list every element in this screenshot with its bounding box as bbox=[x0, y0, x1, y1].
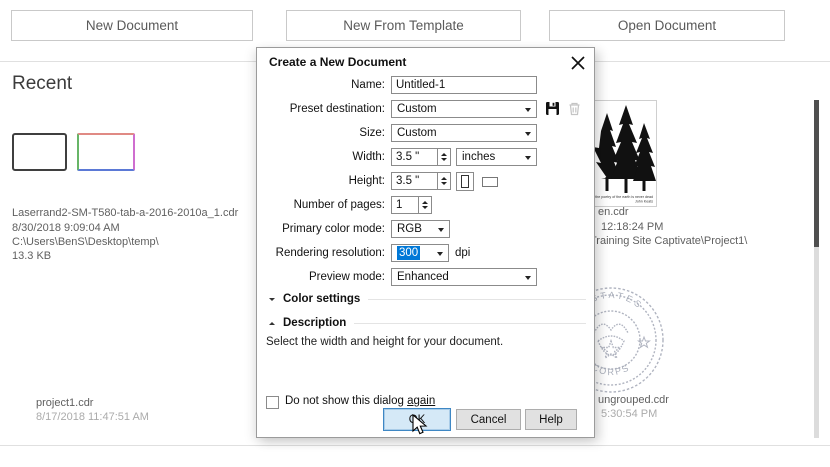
stepper-up-icon[interactable] bbox=[441, 177, 447, 180]
pages-stepper[interactable] bbox=[418, 196, 432, 214]
open-document-button[interactable]: Open Document bbox=[549, 10, 785, 41]
recent-right-file1-path: Training Site Captivate\Project1\ bbox=[590, 234, 747, 248]
help-button-label: Help bbox=[539, 414, 563, 426]
dialog-title: Create a New Document bbox=[269, 55, 406, 69]
section-divider bbox=[368, 299, 586, 300]
preset-destination-label: Preset destination: bbox=[257, 103, 385, 115]
chevron-down-icon bbox=[437, 252, 443, 256]
recent-file1-size: 13.3 KB bbox=[12, 249, 51, 263]
create-new-document-dialog: Create a New Document Name: Preset desti… bbox=[256, 47, 595, 438]
ok-button[interactable]: OK bbox=[383, 408, 451, 431]
preview-mode-select[interactable]: Enhanced bbox=[391, 268, 537, 286]
checkbox-label-text: Do not show this dialog bbox=[285, 395, 407, 407]
do-not-show-again-label: Do not show this dialog again bbox=[285, 395, 435, 407]
preset-destination-value: Custom bbox=[397, 103, 437, 115]
resolution-combobox[interactable]: 300 bbox=[391, 244, 449, 262]
size-label: Size: bbox=[257, 127, 385, 139]
bottom-divider bbox=[0, 445, 830, 446]
new-from-template-button[interactable]: New From Template bbox=[286, 10, 521, 41]
width-label: Width: bbox=[257, 151, 385, 163]
chevron-down-icon bbox=[525, 276, 531, 280]
recent-right-file2-name[interactable]: ungrouped.cdr bbox=[598, 393, 669, 407]
delete-preset-icon[interactable] bbox=[567, 101, 582, 116]
scrollbar-track[interactable] bbox=[814, 100, 819, 438]
cancel-button[interactable]: Cancel bbox=[456, 409, 521, 430]
size-select[interactable]: Custom bbox=[391, 124, 537, 142]
recent-file2-name[interactable]: project1.cdr bbox=[36, 396, 93, 410]
close-icon[interactable] bbox=[569, 54, 587, 72]
color-settings-section-header[interactable]: Color settings bbox=[269, 293, 586, 305]
recent-file1-name[interactable]: Laserrand2-SM-T580-tab-a-2016-2010a_1.cd… bbox=[12, 206, 238, 220]
do-not-show-again-checkbox[interactable] bbox=[266, 396, 279, 409]
width-stepper[interactable] bbox=[437, 148, 451, 166]
tree-caption-line1: the poetry of the earth is never dead bbox=[595, 195, 653, 199]
chevron-down-icon bbox=[525, 108, 531, 112]
recent-file1-date: 8/30/2018 9:09:04 AM bbox=[12, 221, 120, 235]
ok-button-label: OK bbox=[409, 414, 426, 426]
svg-text:CORPS: CORPS bbox=[590, 362, 632, 377]
collapse-triangle-icon bbox=[269, 298, 275, 301]
resolution-value: 300 bbox=[397, 246, 420, 260]
recent-file1-path: C:\Users\BenS\Desktop\temp\ bbox=[12, 235, 159, 249]
name-input[interactable] bbox=[391, 76, 537, 94]
color-mode-value: RGB bbox=[397, 223, 422, 235]
save-preset-icon[interactable] bbox=[545, 101, 560, 116]
tree-caption-line2: John Keats bbox=[635, 200, 653, 204]
description-section-header[interactable]: Description bbox=[269, 317, 586, 329]
units-select[interactable]: inches bbox=[456, 148, 537, 166]
width-input[interactable] bbox=[391, 148, 438, 166]
color-settings-section-label: Color settings bbox=[283, 293, 360, 305]
svg-text:STATES: STATES bbox=[590, 290, 646, 311]
color-mode-select[interactable]: RGB bbox=[391, 220, 450, 238]
recent-thumbnail-trees[interactable]: the poetry of the earth is never dead Jo… bbox=[592, 100, 657, 207]
preset-destination-select[interactable]: Custom bbox=[391, 100, 537, 118]
stepper-down-icon[interactable] bbox=[422, 206, 428, 209]
recent-file2-date: 8/17/2018 11:47:51 AM bbox=[36, 410, 149, 424]
landscape-orientation-button[interactable] bbox=[482, 177, 498, 187]
new-document-label: New Document bbox=[86, 18, 178, 33]
height-stepper[interactable] bbox=[437, 172, 451, 190]
chevron-down-icon bbox=[525, 132, 531, 136]
chevron-down-icon bbox=[438, 228, 444, 232]
checkbox-label-mnemonic: again bbox=[407, 395, 435, 407]
size-value: Custom bbox=[397, 127, 437, 139]
name-label: Name: bbox=[257, 79, 385, 91]
section-divider bbox=[354, 323, 586, 324]
units-value: inches bbox=[462, 151, 495, 163]
stepper-up-icon[interactable] bbox=[422, 201, 428, 204]
recent-right-file1-date: 12:18:24 PM bbox=[601, 220, 663, 234]
stepper-down-icon[interactable] bbox=[441, 158, 447, 161]
preview-mode-value: Enhanced bbox=[397, 271, 449, 283]
height-label: Height: bbox=[257, 175, 385, 187]
resolution-label: Rendering resolution: bbox=[257, 247, 385, 259]
pine-trees-image: the poetry of the earth is never dead Jo… bbox=[593, 101, 656, 206]
recent-right-file2-date: 5:30:54 PM bbox=[601, 407, 657, 421]
recent-thumbnail-colored[interactable] bbox=[77, 133, 135, 171]
new-document-button[interactable]: New Document bbox=[11, 10, 253, 41]
portrait-icon bbox=[461, 175, 469, 188]
recent-heading: Recent bbox=[12, 73, 72, 95]
pages-input[interactable] bbox=[391, 196, 419, 214]
description-section-label: Description bbox=[283, 317, 346, 329]
expand-triangle-icon bbox=[269, 322, 275, 325]
description-text: Select the width and height for your doc… bbox=[266, 336, 503, 348]
stepper-down-icon[interactable] bbox=[441, 182, 447, 185]
seal-arc-text-top: STATES bbox=[590, 290, 646, 311]
open-document-label: Open Document bbox=[618, 18, 716, 33]
scrollbar-thumb[interactable] bbox=[814, 100, 819, 247]
portrait-orientation-button[interactable] bbox=[456, 172, 474, 191]
chevron-down-icon bbox=[525, 156, 531, 160]
preview-mode-label: Preview mode: bbox=[257, 271, 385, 283]
pages-label: Number of pages: bbox=[257, 199, 385, 211]
seal-arc-text-bottom: CORPS bbox=[590, 362, 632, 377]
new-from-template-label: New From Template bbox=[343, 18, 464, 33]
stepper-up-icon[interactable] bbox=[441, 153, 447, 156]
height-input[interactable] bbox=[391, 172, 438, 190]
color-mode-label: Primary color mode: bbox=[257, 223, 385, 235]
help-button[interactable]: Help bbox=[525, 409, 577, 430]
recent-thumbnail-laserrand[interactable] bbox=[12, 133, 67, 171]
cancel-button-label: Cancel bbox=[471, 414, 507, 426]
dpi-suffix-label: dpi bbox=[455, 247, 470, 259]
